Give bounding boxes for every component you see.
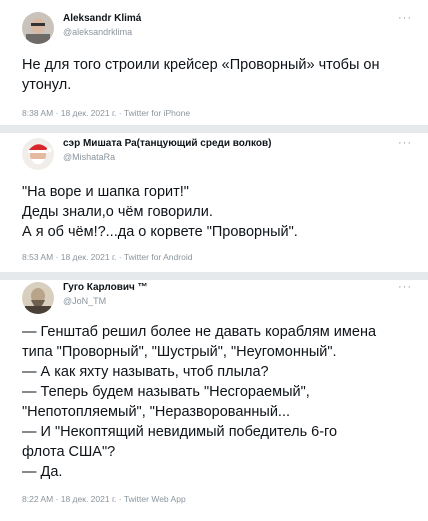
- more-options-icon[interactable]: ···: [398, 12, 412, 24]
- tweet-text-line: Не для того строили крейсер «Проворный» …: [22, 57, 380, 73]
- tweet-meta[interactable]: 8:53 AM · 18 дек. 2021 г. · Twitter for …: [22, 252, 192, 262]
- tweet-text-line: флота США"?: [22, 444, 116, 460]
- tweet-meta[interactable]: 8:38 AM · 18 дек. 2021 г. · Twitter for …: [22, 108, 190, 118]
- avatar[interactable]: [22, 12, 54, 44]
- avatar[interactable]: [22, 282, 54, 314]
- avatar[interactable]: [22, 138, 54, 170]
- tweet-text-line: "На воре и шапка горит!": [22, 184, 189, 200]
- author-name[interactable]: Гуго Карлович ™: [63, 282, 148, 293]
- tweet-3: Гуго Карлович ™ @JoN_TM ··· — Генштаб ре…: [0, 280, 428, 521]
- tweet-text-line: типа "Проворный", "Шустрый", "Неугомонны…: [22, 344, 337, 360]
- more-options-icon[interactable]: ···: [398, 281, 412, 293]
- tweet-text-line: — Генштаб решил более не давать кораблям…: [22, 324, 377, 340]
- author-handle[interactable]: @JoN_TM: [63, 296, 106, 306]
- divider: [0, 125, 428, 133]
- more-options-icon[interactable]: ···: [398, 137, 412, 149]
- tweet-text: "На воре и шапка горит!" Деды знали,о чё…: [22, 182, 298, 242]
- tweet-text: — Генштаб решил более не давать кораблям…: [22, 322, 376, 482]
- author-handle[interactable]: @aleksandrklima: [63, 27, 132, 37]
- author-handle[interactable]: @MishataRa: [63, 152, 115, 162]
- tweet-text-line: Деды знали,о чём говорили.: [22, 204, 213, 220]
- tweet-text-line: А я об чём!?...да о корвете "Проворный".: [22, 224, 298, 240]
- tweet-text-line: — И "Некоптящий невидимый победитель 6-г…: [22, 424, 338, 440]
- divider: [0, 272, 428, 280]
- tweet-text-line: — Теперь будем называть "Несгораемый",: [22, 384, 310, 400]
- tweet-1: Aleksandr Klimá @aleksandrklima ··· Не д…: [0, 0, 428, 125]
- author-name[interactable]: Aleksandr Klimá: [63, 13, 141, 24]
- tweet-meta[interactable]: 8:22 AM · 18 дек. 2021 г. · Twitter Web …: [22, 494, 186, 504]
- tweet-text-line: — А как яхту называть, чтоб плыла?: [22, 364, 269, 380]
- tweet-text-line: утонул.: [22, 77, 72, 93]
- tweet-text-line: "Непотопляемый", "Неразворованный...: [22, 404, 291, 420]
- tweet-text: Не для того строили крейсер «Проворный» …: [22, 55, 380, 95]
- tweet-text-line: — Да.: [22, 464, 63, 480]
- author-name[interactable]: сэр Мишата Ра(танцующий среди волков): [63, 138, 271, 149]
- tweet-2: сэр Мишата Ра(танцующий среди волков) @M…: [0, 133, 428, 272]
